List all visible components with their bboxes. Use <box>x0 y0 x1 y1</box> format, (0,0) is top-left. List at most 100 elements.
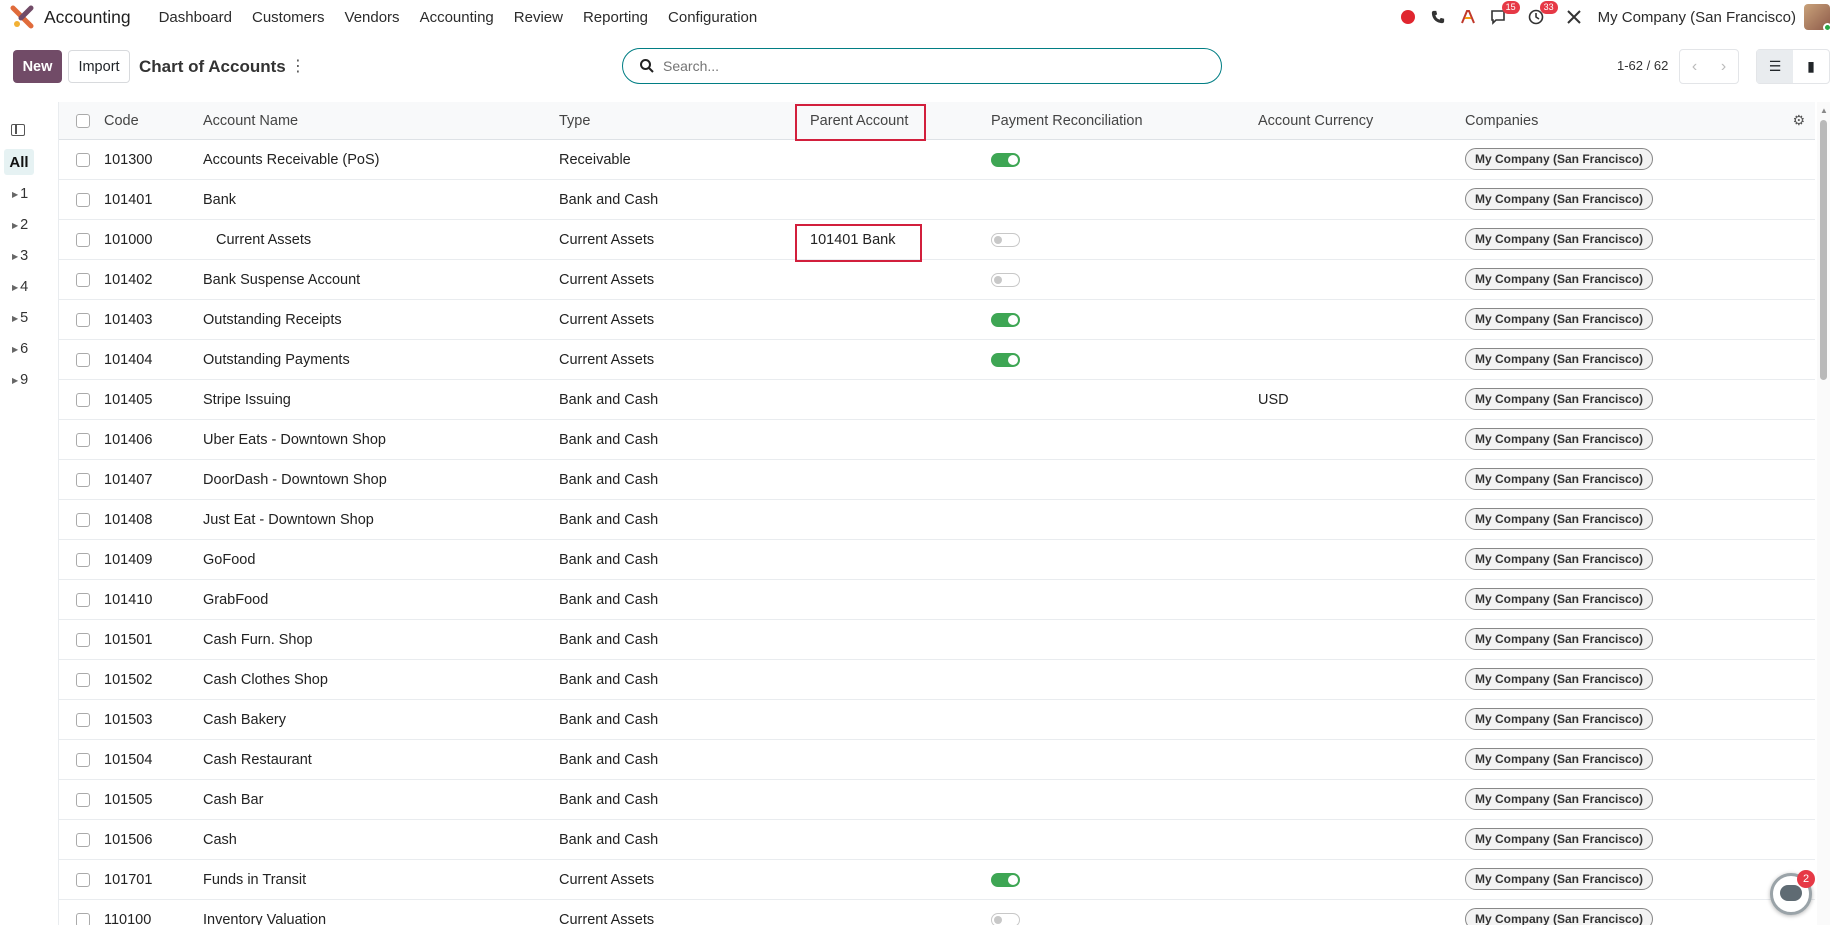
activities-clock-icon[interactable]: 33 <box>1526 1 1558 27</box>
pager-buttons: ‹ › <box>1679 49 1739 84</box>
sidepanel-group-item[interactable]: ▶ 4 <box>12 279 28 295</box>
side-panel-toggle-icon[interactable] <box>11 124 25 136</box>
nav-accounting[interactable]: Accounting <box>420 9 494 26</box>
column-header-type[interactable]: Type <box>559 113 590 129</box>
list-view-icon[interactable]: ☰ <box>1757 50 1793 83</box>
row-checkbox[interactable] <box>76 873 90 887</box>
nav-review[interactable]: Review <box>514 9 563 26</box>
pager-previous-icon[interactable]: ‹ <box>1680 50 1709 83</box>
company-switcher[interactable]: My Company (San Francisco) <box>1598 9 1796 26</box>
row-checkbox[interactable] <box>76 513 90 527</box>
nav-customers[interactable]: Customers <box>252 9 325 26</box>
sidepanel-group-item[interactable]: ▶ 9 <box>12 372 28 388</box>
tools-icon[interactable] <box>1564 7 1584 27</box>
table-row[interactable]: 101401 Bank Bank and Cash My Company (San F… <box>59 180 1815 220</box>
sidepanel-group-item[interactable]: ▶ 5 <box>12 310 28 326</box>
nav-configuration[interactable]: Configuration <box>668 9 757 26</box>
row-checkbox[interactable] <box>76 353 90 367</box>
import-button[interactable]: Import <box>68 50 130 83</box>
table-row[interactable]: 101505 Cash Bar Bank and Cash My Company (S… <box>59 780 1815 820</box>
actions-kebab-icon[interactable]: ⋮ <box>290 56 306 76</box>
table-row[interactable]: 101410 GrabFood Bank and Cash My Company (S… <box>59 580 1815 620</box>
search-input[interactable] <box>663 58 1221 74</box>
row-checkbox[interactable] <box>76 753 90 767</box>
company-badge: My Company (San Francisco) <box>1465 148 1654 170</box>
new-button[interactable]: New <box>13 50 62 83</box>
reconcile-toggle[interactable] <box>991 913 1020 925</box>
column-header-account-currency[interactable]: Account Currency <box>1258 113 1373 129</box>
row-checkbox[interactable] <box>76 673 90 687</box>
scroll-up-icon[interactable]: ▲ <box>1820 106 1828 115</box>
cell-type: Receivable <box>559 152 631 168</box>
row-checkbox[interactable] <box>76 193 90 207</box>
table-row[interactable]: 101405 Stripe Issuing Bank and Cash USD My C… <box>59 380 1815 420</box>
select-all-checkbox[interactable] <box>76 114 90 128</box>
column-header-companies[interactable]: Companies <box>1465 113 1538 129</box>
cell-code: 101501 <box>104 632 153 648</box>
optional-columns-icon[interactable]: ⚙ <box>1792 112 1805 129</box>
sidepanel-group-item[interactable]: ▶ 1 <box>12 186 28 202</box>
column-header-payment-reconciliation[interactable]: Payment Reconciliation <box>991 113 1143 129</box>
table-row[interactable]: 101300 Accounts Receivable (PoS) Receivabl… <box>59 140 1815 180</box>
reconcile-toggle[interactable] <box>991 313 1020 327</box>
row-checkbox[interactable] <box>76 553 90 567</box>
row-checkbox[interactable] <box>76 433 90 447</box>
row-checkbox[interactable] <box>76 233 90 247</box>
row-checkbox[interactable] <box>76 473 90 487</box>
row-checkbox[interactable] <box>76 913 90 925</box>
table-row[interactable]: 101000 Current Assets Current Assets 101401… <box>59 220 1815 262</box>
reconcile-toggle[interactable] <box>991 873 1020 887</box>
table-row[interactable]: 101701 Funds in Transit Current Assets My C… <box>59 860 1815 900</box>
sidepanel-group-item[interactable]: ▶ 2 <box>12 217 28 233</box>
nav-vendors[interactable]: Vendors <box>345 9 400 26</box>
table-row[interactable]: 101506 Cash Bank and Cash My Company (San F… <box>59 820 1815 860</box>
table-row[interactable]: 101403 Outstanding Receipts Current Assets… <box>59 300 1815 340</box>
row-checkbox[interactable] <box>76 153 90 167</box>
phone-icon[interactable] <box>1428 7 1448 27</box>
row-checkbox[interactable] <box>76 313 90 327</box>
search-bar[interactable] <box>622 48 1222 84</box>
scrollbar-thumb[interactable] <box>1820 120 1827 380</box>
row-checkbox[interactable] <box>76 273 90 287</box>
accounting-app-icon[interactable] <box>10 4 36 30</box>
row-checkbox[interactable] <box>76 393 90 407</box>
row-checkbox[interactable] <box>76 793 90 807</box>
table-row[interactable]: 101406 Uber Eats - Downtown Shop Bank and … <box>59 420 1815 460</box>
app-name[interactable]: Accounting <box>44 7 131 28</box>
sidepanel-item-all[interactable]: All <box>4 149 34 175</box>
vertical-scrollbar[interactable]: ▲ <box>1817 102 1830 925</box>
table-row[interactable]: 101402 Bank Suspense Account Current Asset… <box>59 260 1815 300</box>
nav-dashboard[interactable]: Dashboard <box>159 9 232 26</box>
kanban-view-icon[interactable]: ▮ <box>1793 50 1829 83</box>
ai-icon[interactable] <box>1458 7 1478 27</box>
pager-next-icon[interactable]: › <box>1709 50 1738 83</box>
row-checkbox[interactable] <box>76 713 90 727</box>
table-row[interactable]: 101501 Cash Furn. Shop Bank and Cash My Com… <box>59 620 1815 660</box>
table-row[interactable]: 101404 Outstanding Payments Current Assets… <box>59 340 1815 380</box>
sidepanel-group-item[interactable]: ▶ 3 <box>12 248 28 264</box>
row-checkbox[interactable] <box>76 593 90 607</box>
column-header-code[interactable]: Code <box>104 113 139 129</box>
nav-reporting[interactable]: Reporting <box>583 9 648 26</box>
sidepanel-group-item[interactable]: ▶ 6 <box>12 341 28 357</box>
table-row[interactable]: 101408 Just Eat - Downtown Shop Bank and C… <box>59 500 1815 540</box>
view-switcher: ☰ ▮ <box>1756 49 1830 84</box>
reconcile-toggle[interactable] <box>991 153 1020 167</box>
table-row[interactable]: 101503 Cash Bakery Bank and Cash My Company… <box>59 700 1815 740</box>
table-row[interactable]: 101409 GoFood Bank and Cash My Company (San… <box>59 540 1815 580</box>
user-avatar[interactable] <box>1804 4 1830 32</box>
column-header-account-name[interactable]: Account Name <box>203 113 298 129</box>
table-row[interactable]: 101502 Cash Clothes Shop Bank and Cash My C… <box>59 660 1815 700</box>
table-row[interactable]: 101504 Cash Restaurant Bank and Cash My Com… <box>59 740 1815 780</box>
reconcile-toggle[interactable] <box>991 273 1020 287</box>
reconcile-toggle[interactable] <box>991 353 1020 367</box>
reconcile-toggle[interactable] <box>991 233 1020 247</box>
table-row[interactable]: 110100 Inventory Valuation Current Assets M… <box>59 900 1815 925</box>
row-checkbox[interactable] <box>76 833 90 847</box>
pager-value[interactable]: 1-62 / 62 <box>1617 58 1668 73</box>
messages-icon[interactable]: 15 <box>1488 1 1520 27</box>
record-icon[interactable] <box>1398 7 1418 27</box>
cell-account-name: Cash Bakery <box>203 712 287 728</box>
row-checkbox[interactable] <box>76 633 90 647</box>
table-row[interactable]: 101407 DoorDash - Downtown Shop Bank and C… <box>59 460 1815 500</box>
